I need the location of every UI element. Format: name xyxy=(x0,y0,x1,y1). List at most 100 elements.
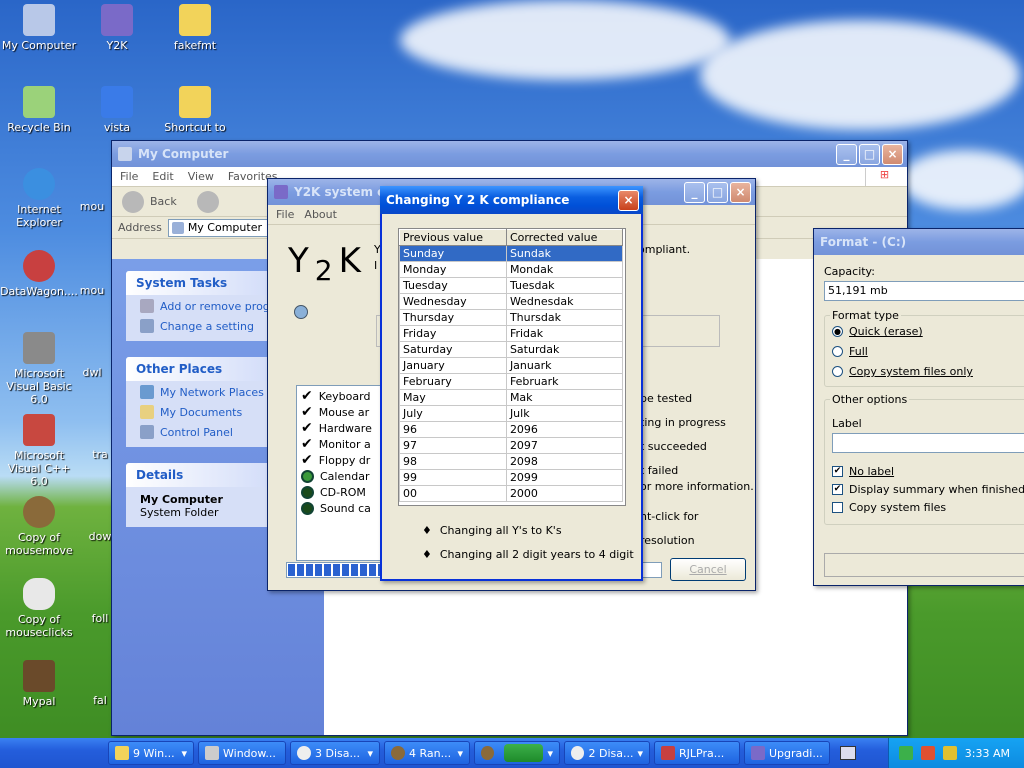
desktop-icon-recycle-bin[interactable]: Recycle Bin xyxy=(0,86,78,134)
task-button[interactable]: Upgradi... xyxy=(744,741,830,765)
checkbox-label: No label xyxy=(849,465,895,478)
control-panel-icon xyxy=(140,425,154,439)
maximize-button[interactable]: □ xyxy=(707,181,728,203)
forward-arrow-icon[interactable] xyxy=(196,190,219,213)
check-label: Hardware xyxy=(318,421,372,435)
check-item: ✔ Hardware xyxy=(301,420,381,436)
title-bar[interactable]: Format - (C:) xyxy=(814,229,1024,255)
tray-app-icon[interactable] xyxy=(898,746,913,760)
menu-file[interactable]: File xyxy=(120,170,138,183)
full-radio[interactable]: Full xyxy=(832,345,868,358)
maximize-button[interactable]: □ xyxy=(859,143,880,165)
copy-only-radio[interactable]: Copy system files only xyxy=(832,365,973,378)
checkmark-icon: ✔ xyxy=(301,420,313,436)
task-button[interactable]: ▾ xyxy=(474,741,560,765)
check-item: ✔ Monitor a xyxy=(301,436,381,452)
column-header-previous[interactable]: Previous value xyxy=(399,229,507,246)
intro-text: I xyxy=(374,259,378,272)
icon-label: My Computer xyxy=(1,39,77,52)
table-row[interactable]: July Julk xyxy=(399,405,624,422)
check-label: Floppy dr xyxy=(318,453,371,467)
desktop-icon-mouseclicks[interactable]: Copy of mouseclicks xyxy=(0,578,78,639)
label-input[interactable] xyxy=(832,433,1024,453)
previous-value-cell: Sunday xyxy=(399,245,507,262)
table-row[interactable]: 96 2096 xyxy=(399,421,624,438)
wizard-icon xyxy=(274,185,288,199)
desktop-icon-vcpp6[interactable]: Microsoft Visual C++ 6.0 xyxy=(0,414,78,488)
menu-edit[interactable]: Edit xyxy=(152,170,173,183)
task-button[interactable]: 3 Disa... ▾ xyxy=(290,741,380,765)
folder-icon xyxy=(179,4,211,36)
shortcut-icon xyxy=(179,86,211,118)
clock[interactable]: 3:33 AM xyxy=(965,747,1010,760)
task-button[interactable]: 2 Disa... ▾ xyxy=(564,741,650,765)
tray-app-icon[interactable] xyxy=(920,746,935,760)
window-title: Format - (C:) xyxy=(820,235,907,249)
task-button[interactable]: Window... xyxy=(198,741,286,765)
close-button[interactable]: × xyxy=(618,189,639,211)
column-header-corrected[interactable]: Corrected value xyxy=(505,229,624,246)
task-button[interactable]: 9 Win... ▾ xyxy=(108,741,194,765)
display-summary-checkbox[interactable]: ✔ Display summary when finished xyxy=(832,483,1024,496)
title-bar[interactable]: Changing Y 2 K compliance × xyxy=(380,186,643,214)
star-icon xyxy=(481,746,494,760)
table-row[interactable]: Friday Fridak xyxy=(399,325,624,342)
desktop-icon-vista[interactable]: vista xyxy=(78,86,156,134)
table-row[interactable]: February Februark xyxy=(399,373,624,390)
capacity-select[interactable]: 51,191 mb xyxy=(824,281,1024,301)
radio-label: Quick (erase) xyxy=(849,325,923,338)
window-icon xyxy=(205,746,219,760)
minimize-button[interactable]: _ xyxy=(684,181,705,203)
desktop-icon-internet-explorer[interactable]: Internet Explorer xyxy=(0,168,78,229)
recycle-bin-icon xyxy=(23,86,55,118)
task-button[interactable]: RJLPra... xyxy=(654,741,740,765)
table-row[interactable]: May Mak xyxy=(399,389,624,406)
table-row[interactable]: Tuesday Tuesdak xyxy=(399,277,624,294)
corrected-value-cell: 2000 xyxy=(505,485,624,502)
back-button[interactable]: Back xyxy=(150,195,177,208)
minimize-button[interactable]: _ xyxy=(836,143,857,165)
keyboard-icon[interactable] xyxy=(840,746,856,760)
table-row[interactable]: Wednesday Wednesdak xyxy=(399,293,624,310)
menu-view[interactable]: View xyxy=(188,170,214,183)
icon-label: Shortcut to xyxy=(164,121,226,134)
address-input[interactable]: My Computer xyxy=(167,218,268,237)
menu-file[interactable]: File xyxy=(276,208,294,221)
volume-icon[interactable] xyxy=(942,746,957,760)
desktop-icon-mypal[interactable]: Mypal xyxy=(0,660,78,708)
previous-value-cell: 00 xyxy=(399,485,507,502)
close-button[interactable]: × xyxy=(882,143,903,165)
table-row[interactable]: 98 2098 xyxy=(399,453,624,470)
desktop-icon-my-computer[interactable]: My Computer xyxy=(0,4,78,52)
desktop-icon-fakefmt[interactable]: fakefmt xyxy=(156,4,234,52)
cancel-button[interactable]: Cancel xyxy=(670,558,746,581)
table-row[interactable]: Monday Mondak xyxy=(399,261,624,278)
no-label-checkbox[interactable]: ✔ No label xyxy=(832,465,894,478)
start-button[interactable] xyxy=(503,744,544,762)
menu-about[interactable]: About xyxy=(304,208,337,221)
check-item: ✔ Floppy dr xyxy=(301,452,381,468)
desktop-icon-mousemove[interactable]: Copy of mousemove xyxy=(0,496,78,557)
copy-system-checkbox[interactable]: Copy system files xyxy=(832,501,946,514)
table-row[interactable]: 99 2099 xyxy=(399,469,624,486)
icon-label: Copy of mousemove xyxy=(5,531,73,557)
check-label: Keyboard xyxy=(318,389,371,403)
table-row[interactable]: Thursday Thursdak xyxy=(399,309,624,326)
table-row[interactable]: Sunday Sundak xyxy=(399,245,624,262)
close-button[interactable]: × xyxy=(730,181,751,203)
desktop-icon-shortcut[interactable]: Shortcut to xyxy=(156,86,234,134)
table-row[interactable]: Saturday Saturdak xyxy=(399,341,624,358)
task-label: Window... xyxy=(223,746,276,760)
mouse-icon xyxy=(297,746,311,760)
desktop-icon-y2k[interactable]: Y2K xyxy=(78,4,156,52)
table-row[interactable]: January Januark xyxy=(399,357,624,374)
wizard-icon xyxy=(101,4,133,36)
table-row[interactable]: 97 2097 xyxy=(399,437,624,454)
title-bar[interactable]: My Computer _ □ × xyxy=(112,141,907,167)
network-icon xyxy=(140,385,154,399)
table-row[interactable]: 00 2000 xyxy=(399,485,624,502)
check-item: Sound ca xyxy=(301,500,381,516)
task-button[interactable]: 4 Ran... ▾ xyxy=(384,741,470,765)
quick-radio[interactable]: ● Quick (erase) xyxy=(832,325,923,338)
back-arrow-icon[interactable] xyxy=(122,190,144,213)
